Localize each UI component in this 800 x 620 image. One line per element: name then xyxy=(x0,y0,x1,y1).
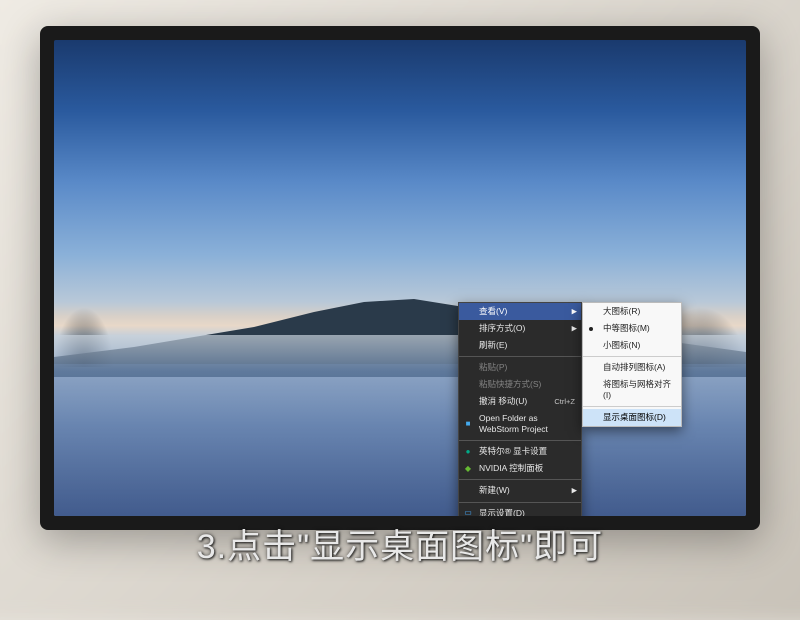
nv-icon: ◆ xyxy=(463,464,473,474)
menu-item-e[interactable]: 刷新(E) xyxy=(459,337,581,354)
menu-item-s[interactable]: 粘贴快捷方式(S) xyxy=(459,376,581,393)
menu-item-label: 大图标(R) xyxy=(603,306,640,317)
menu-separator xyxy=(583,406,681,407)
context-menu-view-submenu: 大图标(R) 中等图标(M) 小图标(N) 自动排列图标(A) 将图标与网格对齐(I) 显… xyxy=(582,302,682,427)
desktop-screen[interactable]: 查看(V) ▶ 排序方式(O) ▶ 刷新(E) 粘贴(P) 粘贴快捷方式(S) 撤消 移动(U… xyxy=(54,40,746,516)
menu-separator xyxy=(459,356,581,357)
monitor-frame: 查看(V) ▶ 排序方式(O) ▶ 刷新(E) 粘贴(P) 粘贴快捷方式(S) 撤消 移动(U… xyxy=(40,26,760,530)
menu-item-label: 排序方式(O) xyxy=(479,323,525,334)
menu-item-label: 粘贴(P) xyxy=(479,362,507,373)
menu-item-a[interactable]: 自动排列图标(A) xyxy=(583,359,681,376)
menu-item-label: 粘贴快捷方式(S) xyxy=(479,379,541,390)
menu-item-label: 自动排列图标(A) xyxy=(603,362,665,373)
menu-item-[interactable]: ● 英特尔® 显卡设置 xyxy=(459,443,581,460)
context-menu-primary: 查看(V) ▶ 排序方式(O) ▶ 刷新(E) 粘贴(P) 粘贴快捷方式(S) 撤消 移动(U… xyxy=(458,302,582,516)
menu-item-d[interactable]: 显示桌面图标(D) xyxy=(583,409,681,426)
menu-shortcut: Ctrl+Z xyxy=(554,397,575,407)
menu-item-p[interactable]: 粘贴(P) xyxy=(459,359,581,376)
selected-bullet-icon xyxy=(589,327,593,331)
menu-item-label: 刷新(E) xyxy=(479,340,507,351)
display-icon: ▭ xyxy=(463,508,473,516)
menu-item-o[interactable]: 排序方式(O) ▶ xyxy=(459,320,581,337)
menu-item-d[interactable]: ▭ 显示设置(D) xyxy=(459,505,581,516)
menu-item-n[interactable]: 小图标(N) xyxy=(583,337,681,354)
ws-icon: ■ xyxy=(463,419,473,429)
instruction-caption: 3.点击"显示桌面图标"即可 xyxy=(0,519,800,568)
submenu-arrow-icon: ▶ xyxy=(572,307,577,316)
menu-item-label: 显示设置(D) xyxy=(479,508,525,516)
menu-item-nvidia[interactable]: ◆ NVIDIA 控制面板 xyxy=(459,460,581,477)
menu-item-label: 小图标(N) xyxy=(603,340,640,351)
menu-item-label: NVIDIA 控制面板 xyxy=(479,463,543,474)
menu-item-label: 显示桌面图标(D) xyxy=(603,412,666,423)
menu-item-label: 新建(W) xyxy=(479,485,510,496)
menu-item-label: 中等图标(M) xyxy=(603,323,650,334)
menu-separator xyxy=(459,479,581,480)
menu-item-label: 英特尔® 显卡设置 xyxy=(479,446,547,457)
menu-item-label: 将图标与网格对齐(I) xyxy=(603,379,675,401)
submenu-arrow-icon: ▶ xyxy=(572,486,577,495)
menu-item-v[interactable]: 查看(V) ▶ xyxy=(459,303,581,320)
menu-separator xyxy=(583,356,681,357)
menu-separator xyxy=(459,502,581,503)
menu-item-openfolderaswebstormproject[interactable]: ■ Open Folder as WebStorm Project xyxy=(459,410,581,438)
menu-item-m[interactable]: 中等图标(M) xyxy=(583,320,681,337)
menu-item-i[interactable]: 将图标与网格对齐(I) xyxy=(583,376,681,404)
menu-item-label: Open Folder as WebStorm Project xyxy=(479,413,575,435)
menu-item-r[interactable]: 大图标(R) xyxy=(583,303,681,320)
menu-separator xyxy=(459,440,581,441)
submenu-arrow-icon: ▶ xyxy=(572,324,577,333)
menu-item-u[interactable]: 撤消 移动(U) Ctrl+Z xyxy=(459,393,581,410)
menu-item-label: 撤消 移动(U) xyxy=(479,396,527,407)
menu-item-w[interactable]: 新建(W) ▶ xyxy=(459,482,581,499)
menu-item-label: 查看(V) xyxy=(479,306,507,317)
intel-icon: ● xyxy=(463,447,473,457)
